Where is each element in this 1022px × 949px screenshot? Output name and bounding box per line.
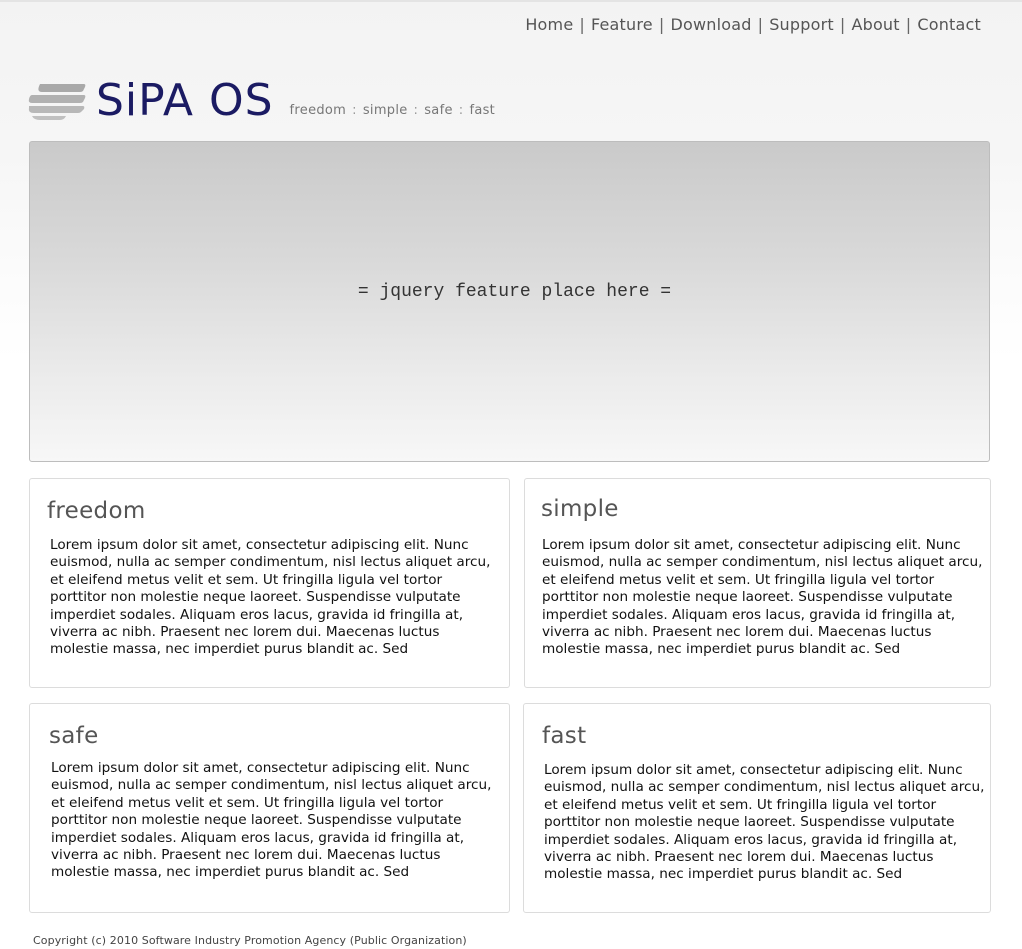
tagline: freedom: simple: safe: fast (290, 103, 496, 118)
card-safe: safe Lorem ipsum dolor sit amet, consect… (29, 703, 510, 913)
nav-separator: | (757, 15, 764, 34)
nav-feature-link[interactable]: Feature (591, 15, 653, 34)
card-title: simple (541, 496, 619, 522)
card-freedom: freedom Lorem ipsum dolor sit amet, cons… (29, 478, 510, 688)
card-title: safe (49, 723, 99, 749)
nav-download-link[interactable]: Download (670, 15, 751, 34)
tagline-fast: fast (469, 103, 496, 118)
nav-separator: | (579, 15, 585, 34)
nav-separator: | (905, 15, 912, 34)
feature-placeholder-text: = jquery feature place here = (357, 281, 672, 302)
nav-separator: | (839, 15, 846, 34)
card-simple: simple Lorem ipsum dolor sit amet, conse… (524, 478, 991, 688)
footer-copyright: Copyright (c) 2010 Software Industry Pro… (33, 934, 467, 947)
brand-name[interactable]: SiPA OS (96, 79, 274, 123)
nav-home-link[interactable]: Home (525, 15, 573, 34)
logo-icon[interactable] (28, 82, 86, 122)
tagline-safe: safe (424, 103, 453, 118)
main-nav: Home | Feature | Download | Support | Ab… (525, 15, 981, 34)
nav-about-link[interactable]: About (851, 15, 899, 34)
card-title: fast (542, 723, 587, 749)
feature-slider-placeholder: = jquery feature place here = (29, 141, 990, 462)
card-fast: fast Lorem ipsum dolor sit amet, consect… (523, 703, 991, 913)
tagline-separator: : (458, 103, 464, 118)
top-border (0, 0, 1022, 2)
card-title: freedom (47, 498, 146, 524)
card-body: Lorem ipsum dolor sit amet, consectetur … (542, 537, 983, 658)
card-body: Lorem ipsum dolor sit amet, consectetur … (544, 762, 985, 883)
header-brand: SiPA OS freedom: simple: safe: fast (28, 78, 496, 123)
tagline-separator: : (413, 103, 419, 118)
tagline-freedom: freedom (289, 103, 347, 118)
tagline-simple: simple (362, 103, 408, 118)
nav-separator: | (658, 15, 665, 34)
card-body: Lorem ipsum dolor sit amet, consectetur … (51, 760, 492, 881)
nav-support-link[interactable]: Support (769, 15, 834, 34)
tagline-separator: : (352, 103, 357, 118)
card-body: Lorem ipsum dolor sit amet, consectetur … (50, 537, 491, 658)
nav-contact-link[interactable]: Contact (917, 15, 981, 34)
